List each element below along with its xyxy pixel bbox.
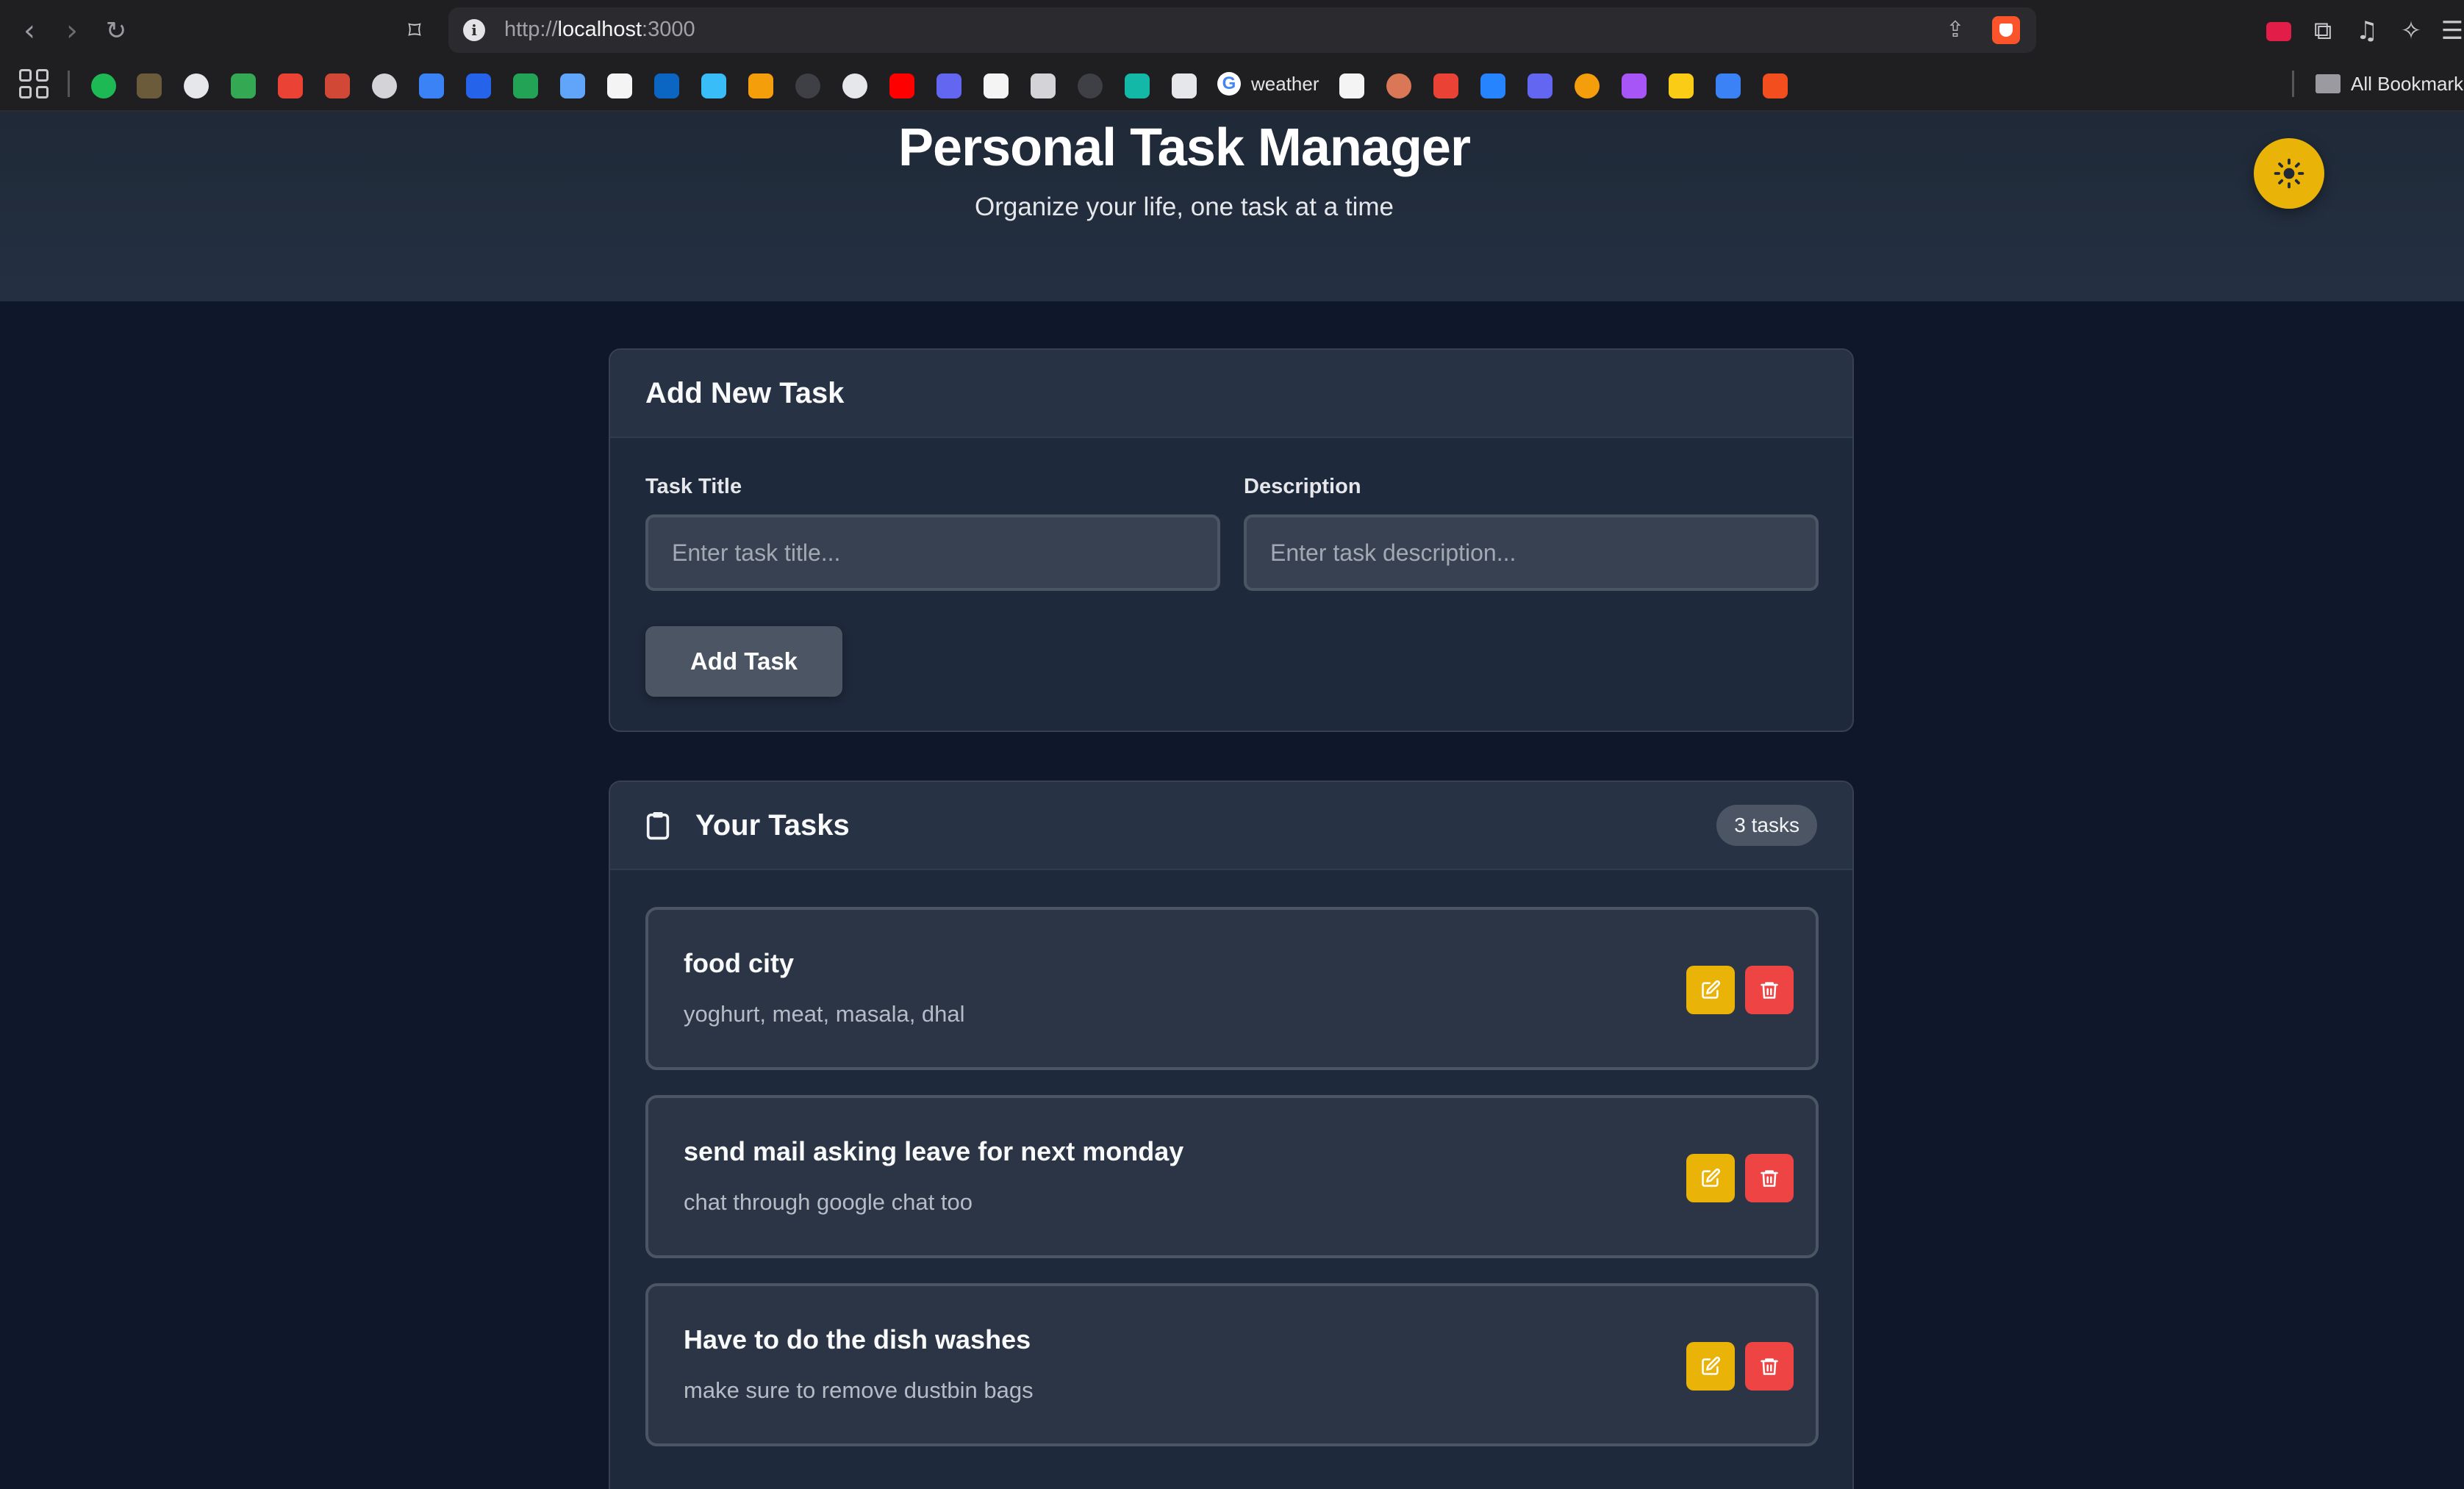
task-title-input[interactable]: [645, 514, 1220, 591]
bookmark-weather-label: weather: [1251, 72, 1319, 95]
share-icon[interactable]: ⇪: [1942, 16, 1969, 44]
tasks-card: Your Tasks 3 tasks food city yoghurt, me…: [609, 781, 1854, 1489]
tick-icon[interactable]: [419, 73, 444, 98]
task-card: send mail asking leave for next monday c…: [645, 1095, 1819, 1258]
gitkraken-icon[interactable]: [748, 73, 773, 98]
youtube-icon[interactable]: [889, 73, 914, 98]
sheet-icon[interactable]: [513, 73, 538, 98]
perplexity-icon[interactable]: [1078, 73, 1103, 98]
globe-icon[interactable]: [184, 73, 209, 98]
url-port: :3000: [642, 18, 695, 41]
url-scheme: http://: [504, 18, 558, 41]
extensions-icon[interactable]: ⧉: [2307, 15, 2339, 47]
youtube-extension-icon[interactable]: [2263, 16, 2295, 49]
sun-bookmark-icon[interactable]: [1575, 73, 1600, 98]
tasks-header: Your Tasks 3 tasks: [610, 782, 1852, 870]
page-title: Personal Task Manager: [898, 118, 1471, 177]
globe-icon[interactable]: [842, 73, 867, 98]
binance-icon[interactable]: [984, 73, 1009, 98]
page-header: Personal Task Manager Organize your life…: [0, 112, 2464, 301]
bookmark-separator: [2292, 71, 2294, 97]
url-host: localhost: [557, 18, 642, 41]
paper-icon[interactable]: [1031, 73, 1056, 98]
browser-toolbar: ‹ › ↻ ⌑ i http://localhost:3000 ⇪ ⧉ ♫ ✧ …: [0, 0, 2464, 62]
site-info-icon[interactable]: i: [463, 19, 485, 41]
task-description-input[interactable]: [1244, 514, 1819, 591]
music-icon[interactable]: ♫: [2351, 15, 2383, 47]
edit-icon: [1702, 980, 1721, 999]
trash-icon: [1761, 1358, 1778, 1375]
dev-icon[interactable]: [1528, 73, 1552, 98]
add-task-button[interactable]: Add Task: [645, 626, 842, 697]
description-label: Description: [1244, 475, 1361, 498]
perplexity-icon[interactable]: [1339, 73, 1364, 98]
task-title-label: Task Title: [645, 475, 742, 498]
task-title: Have to do the dish washes: [684, 1324, 1031, 1355]
task-description: chat through google chat too: [684, 1189, 973, 1215]
address-bar[interactable]: i http://localhost:3000 ⇪: [448, 7, 2036, 53]
tasks-heading: Your Tasks: [695, 808, 850, 842]
chat-icon[interactable]: [231, 73, 256, 98]
edit-task-button[interactable]: [1686, 1154, 1735, 1202]
heart-icon[interactable]: [1622, 73, 1647, 98]
browser-chrome: ‹ › ↻ ⌑ i http://localhost:3000 ⇪ ⧉ ♫ ✧ …: [0, 0, 2464, 112]
task-title: food city: [684, 948, 794, 978]
note-icon[interactable]: [1669, 73, 1694, 98]
logo-icon[interactable]: [1172, 73, 1197, 98]
delete-task-button[interactable]: [1745, 966, 1794, 1014]
task-card: Have to do the dish washes make sure to …: [645, 1283, 1819, 1446]
github-icon[interactable]: [795, 73, 820, 98]
gmail-icon[interactable]: [325, 73, 350, 98]
menu-icon[interactable]: ☰: [2436, 15, 2464, 47]
edit-task-button[interactable]: [1686, 966, 1735, 1014]
page-subtitle: Organize your life, one task at a time: [975, 193, 1394, 221]
all-bookmarks-button[interactable]: All Bookmarks: [2316, 71, 2464, 97]
star-icon[interactable]: [560, 73, 585, 98]
chart-icon[interactable]: [1125, 73, 1150, 98]
sun-icon: [2274, 158, 2304, 189]
reload-icon[interactable]: ↻: [99, 13, 134, 49]
bookmark-weather[interactable]: G weather: [1217, 71, 1319, 97]
all-bookmarks-label: All Bookmarks: [2351, 72, 2464, 95]
back-icon[interactable]: ‹: [12, 13, 47, 49]
tailwind-icon[interactable]: [701, 73, 726, 98]
gmail-icon[interactable]: [1433, 73, 1458, 98]
google-icon: G: [1217, 72, 1241, 96]
figma-icon[interactable]: [1763, 73, 1788, 98]
jira-icon[interactable]: [1480, 73, 1505, 98]
k-icon[interactable]: [466, 73, 491, 98]
edit-task-button[interactable]: [1686, 1342, 1735, 1391]
edit-icon: [1702, 1168, 1721, 1187]
folder-bookmark-icon[interactable]: [1716, 73, 1741, 98]
add-task-heading: Add New Task: [645, 376, 845, 409]
bookmark-page-icon[interactable]: ⌑: [397, 13, 432, 49]
trash-icon: [1761, 1170, 1778, 1187]
task-description: yoghurt, meat, masala, dhal: [684, 1001, 965, 1027]
edit-icon: [1702, 1356, 1721, 1375]
clipboard-icon: [646, 812, 670, 840]
task-card: food city yoghurt, meat, masala, dhal: [645, 907, 1819, 1070]
add-task-card: Add New Task Task Title Description Add …: [609, 348, 1854, 732]
task-description: make sure to remove dustbin bags: [684, 1377, 1034, 1403]
theme-toggle-button[interactable]: [2254, 138, 2324, 209]
trash-icon: [1761, 982, 1778, 999]
task-title: send mail asking leave for next monday: [684, 1136, 1184, 1166]
spotify-icon[interactable]: [91, 73, 116, 98]
notion-icon[interactable]: [607, 73, 632, 98]
brave-shield-icon[interactable]: [1992, 16, 2020, 44]
delete-task-button[interactable]: [1745, 1154, 1794, 1202]
openai-icon[interactable]: [372, 73, 397, 98]
delete-task-button[interactable]: [1745, 1342, 1794, 1391]
add-task-header: Add New Task: [610, 350, 1852, 438]
claude-icon[interactable]: [1386, 73, 1411, 98]
gmail-icon[interactable]: [278, 73, 303, 98]
shield-icon[interactable]: [936, 73, 961, 98]
folder-icon: [2316, 74, 2341, 93]
assistant-icon[interactable]: [137, 73, 162, 98]
leo-ai-icon[interactable]: ✧: [2395, 15, 2427, 47]
linkedin-icon[interactable]: [654, 73, 679, 98]
url-text[interactable]: http://localhost:3000: [504, 18, 695, 42]
task-count-badge: 3 tasks: [1716, 805, 1817, 846]
forward-icon[interactable]: ›: [54, 13, 90, 49]
